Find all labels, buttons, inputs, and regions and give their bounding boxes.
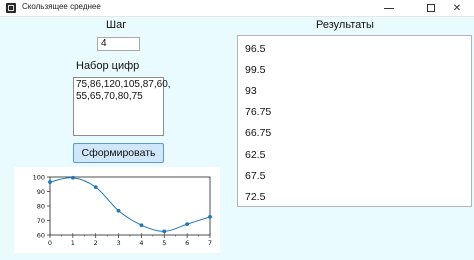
chart-svg: 0 1 2 3 4 5 6 7 60 70 80 90 100 <box>33 173 212 247</box>
data-point <box>70 175 75 180</box>
x-tick-label: 4 <box>139 239 143 247</box>
data-point <box>48 180 52 184</box>
y-tick-label: 100 <box>33 173 45 181</box>
list-item[interactable]: 66.75 <box>245 127 271 139</box>
data-point <box>185 222 190 227</box>
app-icon <box>6 3 16 13</box>
x-tick-label: 7 <box>208 239 212 247</box>
close-icon: ✕ <box>452 2 462 14</box>
plot-frame <box>49 176 211 236</box>
maximize-icon <box>427 4 435 12</box>
x-tick-label: 2 <box>94 239 98 247</box>
results-label: Результаты <box>316 19 374 31</box>
minimize-button[interactable] <box>372 0 406 16</box>
data-point <box>93 185 98 190</box>
x-tick-label: 5 <box>162 239 166 247</box>
form-button[interactable]: Сформировать <box>73 143 164 163</box>
list-item[interactable]: 76.75 <box>245 106 271 118</box>
title-bar: Скользящее среднее ✕ <box>0 0 474 17</box>
data-point <box>208 214 212 219</box>
y-tick-label: 60 <box>37 231 45 239</box>
data-point <box>162 229 167 234</box>
close-button[interactable]: ✕ <box>440 0 474 16</box>
x-tick-label: 0 <box>48 239 52 247</box>
list-item[interactable]: 96.5 <box>245 43 265 55</box>
digits-line: 75,86,120,105,87,60, <box>76 79 171 90</box>
data-point <box>139 223 144 228</box>
y-tick-label: 90 <box>37 188 45 196</box>
y-tick-label: 80 <box>37 202 45 210</box>
x-tick-label: 6 <box>185 239 189 247</box>
list-item[interactable]: 99.5 <box>245 64 265 76</box>
window-title: Скользящее среднее <box>22 2 101 11</box>
moving-average-chart: 0 1 2 3 4 5 6 7 60 70 80 90 100 <box>14 167 220 253</box>
digits-label: Набор цифр <box>76 60 140 72</box>
results-list[interactable]: 96.5 99.5 93 76.75 66.75 62.5 67.5 72.5 <box>237 35 472 207</box>
x-tick-label: 3 <box>117 239 121 247</box>
list-item[interactable]: 62.5 <box>245 149 265 161</box>
y-tick-label: 70 <box>37 217 45 225</box>
x-tick-label: 1 <box>71 239 75 247</box>
list-item[interactable]: 93 <box>245 85 257 97</box>
step-label: Шаг <box>106 19 127 31</box>
list-item[interactable]: 67.5 <box>245 170 265 182</box>
digits-textarea[interactable]: 75,86,120,105,87,60, 55,65,70,80,75 <box>73 77 171 136</box>
digits-line: 55,65,70,80,75 <box>76 91 143 102</box>
step-input[interactable]: 4 <box>97 37 140 51</box>
minimize-icon <box>384 7 394 9</box>
list-item[interactable]: 72.5 <box>245 191 265 203</box>
data-point <box>116 208 121 213</box>
